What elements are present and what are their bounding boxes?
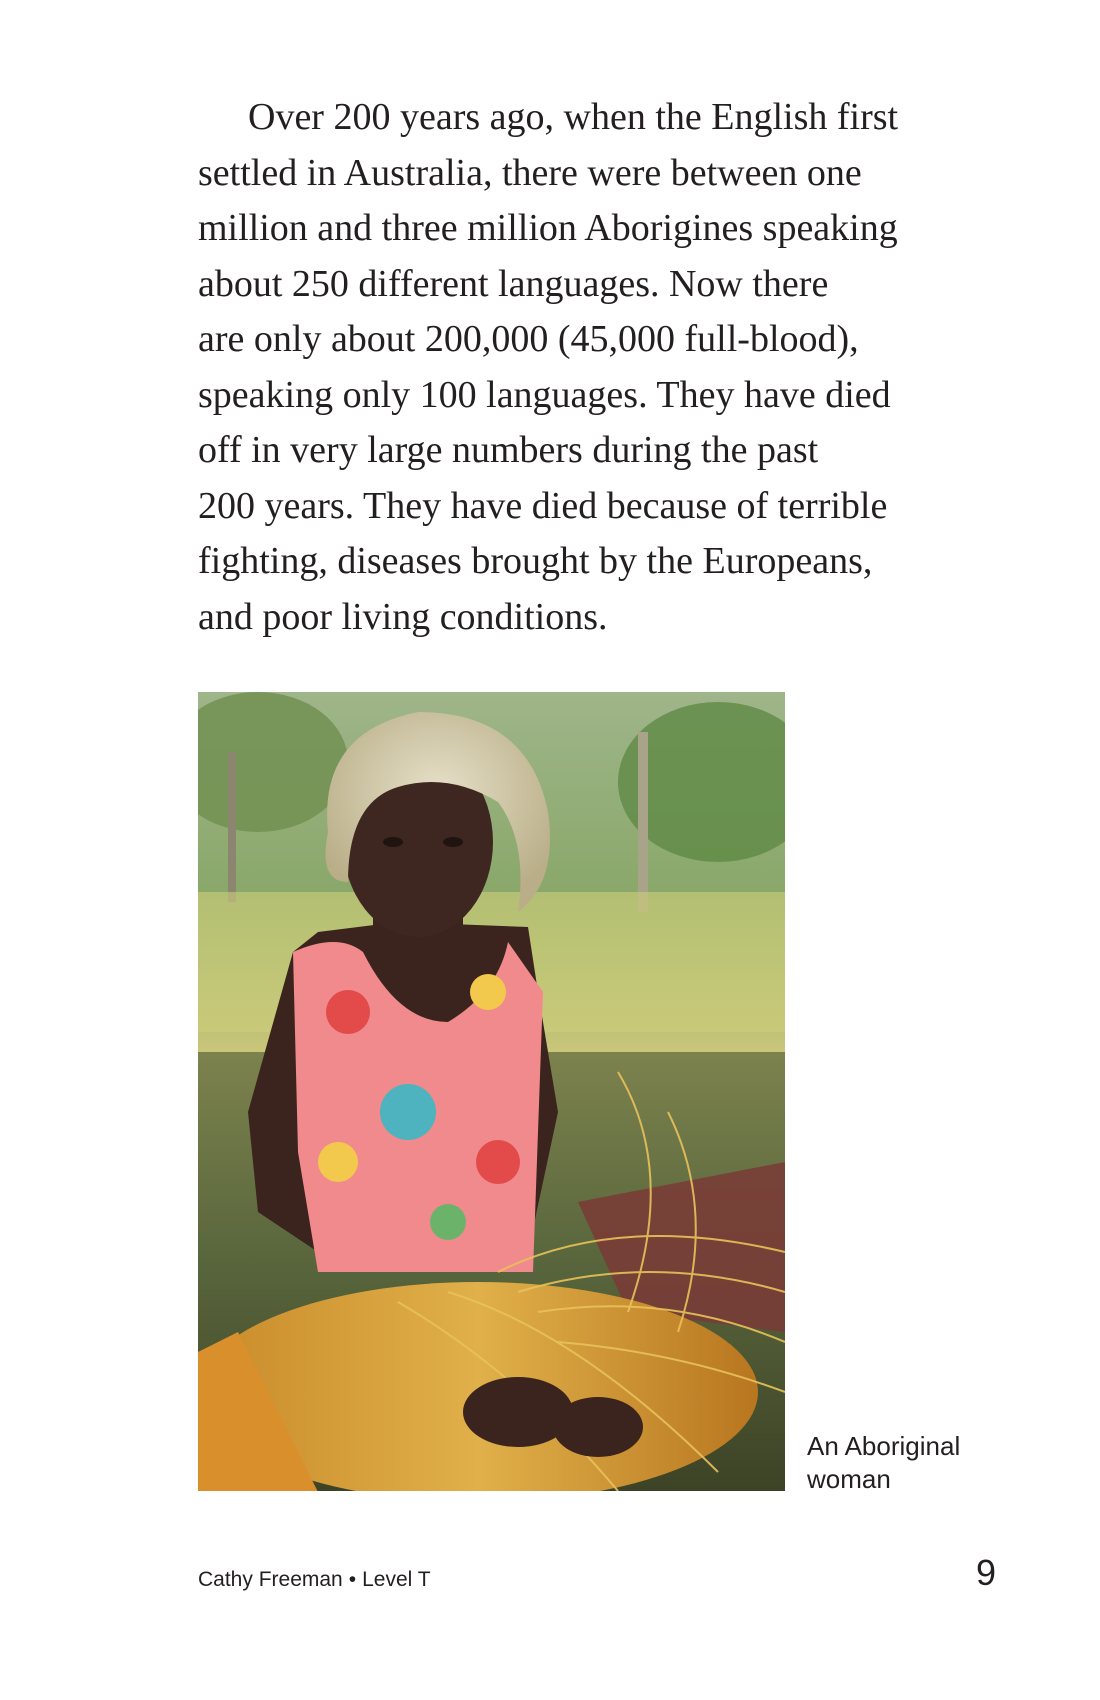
caption-line: woman (807, 1464, 891, 1494)
paragraph-line: off in very large numbers during the pas… (198, 429, 819, 471)
paragraph-line: settled in Australia, there were between… (198, 151, 862, 194)
book-page: Over 200 years ago, when the English fir… (0, 0, 1100, 1700)
book-title: Cathy Freeman (198, 1568, 343, 1591)
paragraph-line: are only about 200,000 (45,000 full-bloo… (198, 318, 859, 360)
paragraph-line: speaking only 100 languages. They have d… (198, 373, 891, 416)
bullet-separator: • (348, 1568, 357, 1591)
page-number: 9 (975, 1552, 996, 1593)
caption-line: An Aboriginal (807, 1431, 961, 1461)
photo-caption: An Aboriginal woman (807, 1430, 1007, 1496)
paragraph-line: million and three million Aborigines spe… (198, 207, 898, 249)
aboriginal-woman-photo (198, 692, 785, 1491)
paragraph-line: fighting, diseases brought by the Europe… (198, 540, 873, 582)
reading-level: Level T (362, 1568, 431, 1591)
paragraph-line: and poor living conditions. (198, 595, 608, 638)
paragraph-line: 200 years. They have died because of ter… (198, 484, 888, 527)
paragraph-line: Over 200 years ago, when the English fir… (248, 96, 899, 138)
paragraph-line: about 250 different languages. Now there (198, 262, 829, 305)
body-paragraph: Over 200 years ago, when the English fir… (198, 90, 998, 645)
footer-book-info: Cathy Freeman • Level T (198, 1568, 431, 1592)
